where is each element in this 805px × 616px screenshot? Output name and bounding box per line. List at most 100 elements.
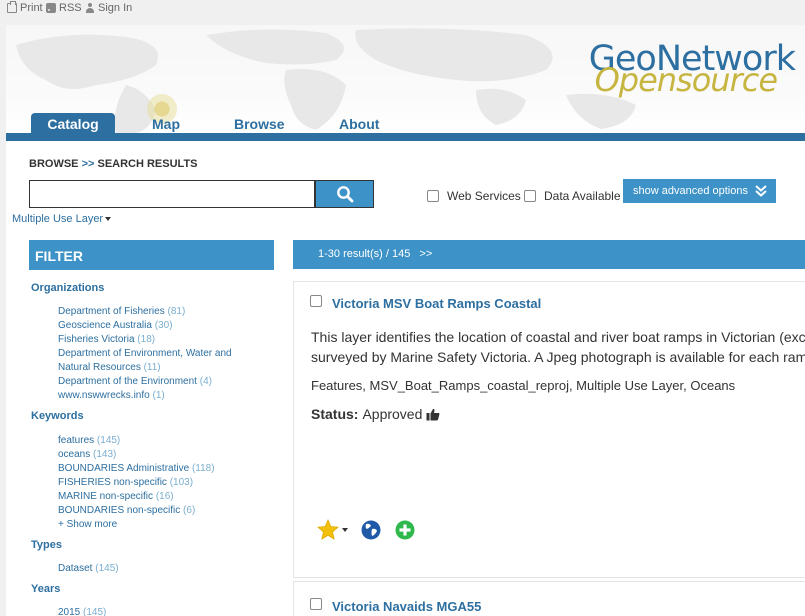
facet-count: (6) xyxy=(183,505,196,516)
results-pagination-bar: 1-30 result(s) / 145 >> xyxy=(293,240,805,269)
facet-item[interactable]: Dataset (145) xyxy=(58,562,258,576)
result-status: Status: Approved xyxy=(311,406,440,422)
facet-count: (103) xyxy=(169,477,194,488)
facet-name: Fisheries Victoria xyxy=(58,334,135,345)
facet-count: (81) xyxy=(167,306,186,317)
advanced-options-button[interactable]: show advanced options xyxy=(623,179,776,203)
rss-link[interactable]: RSS xyxy=(46,2,82,14)
web-services-label: Web Services xyxy=(447,189,521,203)
chevrons-down-icon xyxy=(755,185,767,197)
facet-count: (16) xyxy=(155,491,174,502)
globe-icon[interactable] xyxy=(361,520,381,540)
facet-item[interactable]: Department of Fisheries (81) xyxy=(58,305,258,319)
facet-title-organizations[interactable]: Organizations xyxy=(31,282,104,294)
result-description-line: surveyed by Marine Safety Victoria. A Jp… xyxy=(311,349,805,365)
facet-name: features xyxy=(58,435,95,446)
result-card: Victoria Navaids MGA55 xyxy=(293,581,805,616)
breadcrumb-separator: >> xyxy=(81,158,95,170)
geonetwork-logo: GeoNetwork Opensource xyxy=(575,39,796,99)
facet-title-years[interactable]: Years xyxy=(31,583,60,595)
caret-down-icon xyxy=(105,217,112,222)
facet-item[interactable]: Geoscience Australia (30) xyxy=(58,319,258,333)
status-value: Approved xyxy=(362,406,423,422)
logo-line-2: Opensource xyxy=(594,61,778,99)
facet-item[interactable]: 2015 (145) xyxy=(58,606,258,616)
web-services-checkbox[interactable] xyxy=(427,190,439,202)
facet-item[interactable]: Fisheries Victoria (18) xyxy=(58,333,258,347)
advanced-options-label: show advanced options xyxy=(633,185,748,197)
facet-item[interactable]: MARINE non-specific (16) xyxy=(58,490,258,504)
facet-name: www.nswwrecks.info xyxy=(58,390,150,401)
thumbs-up-icon xyxy=(426,408,440,420)
facet-count: (11) xyxy=(143,362,161,373)
tab-about[interactable]: About xyxy=(339,113,379,133)
facet-item[interactable]: Department of Environment, Water and Nat… xyxy=(58,347,248,375)
show-more-link[interactable]: + Show more xyxy=(58,518,258,532)
result-select-checkbox[interactable] xyxy=(310,295,322,307)
signin-link[interactable]: Sign In xyxy=(85,2,132,14)
filter-header: FILTER xyxy=(29,240,274,270)
facet-title-types[interactable]: Types xyxy=(31,539,62,551)
facet-name: BOUNDARIES Administrative xyxy=(58,463,190,474)
result-keywords: Features, MSV_Boat_Ramps_coastal_reproj,… xyxy=(311,378,736,393)
rate-button[interactable] xyxy=(317,519,348,540)
facet-name: 2015 xyxy=(58,607,81,616)
facet-item[interactable]: oceans (143) xyxy=(58,448,258,462)
facet-count: (143) xyxy=(93,449,117,460)
multiple-use-layer-label: Multiple Use Layer xyxy=(12,213,104,225)
page-panel: GeoNetwork Opensource Catalog Map Browse… xyxy=(6,25,805,616)
facet-name: Department of the Environment xyxy=(58,376,197,387)
facet-item[interactable]: features (145) xyxy=(58,434,258,448)
result-title[interactable]: Victoria Navaids MGA55 xyxy=(332,599,481,614)
results-summary: 1-30 result(s) / 145 xyxy=(318,248,411,260)
facet-item[interactable]: FISHERIES non-specific (103) xyxy=(58,476,258,490)
print-icon xyxy=(7,1,17,13)
facet-item[interactable]: Department of the Environment (4) xyxy=(58,375,258,389)
search-icon xyxy=(336,186,353,203)
facet-name: BOUNDARIES non-specific xyxy=(58,505,181,516)
tab-catalog[interactable]: Catalog xyxy=(31,113,115,133)
print-label: Print xyxy=(20,2,43,14)
result-select-checkbox[interactable] xyxy=(310,598,322,610)
result-description: This layer identifies the location of co… xyxy=(311,327,805,367)
search-button[interactable] xyxy=(315,180,374,208)
facet-count: (1) xyxy=(152,390,165,401)
web-services-option[interactable]: Web Services xyxy=(427,189,521,203)
header: GeoNetwork Opensource Catalog Map Browse… xyxy=(6,25,805,133)
facet-count: (30) xyxy=(154,320,173,331)
facet-name: FISHERIES non-specific xyxy=(58,477,167,488)
facet-count: (145) xyxy=(83,607,107,616)
facet-name: Dataset xyxy=(58,563,93,574)
breadcrumb-browse[interactable]: BROWSE xyxy=(29,158,79,170)
multiple-use-layer-dropdown[interactable]: Multiple Use Layer xyxy=(12,213,112,225)
facet-item[interactable]: BOUNDARIES Administrative (118) xyxy=(58,462,258,476)
facet-name: Department of Fisheries xyxy=(58,306,165,317)
main-nav: Catalog Map Browse About xyxy=(6,113,805,133)
user-icon xyxy=(85,3,95,13)
data-available-label: Data Available xyxy=(544,189,621,203)
breadcrumb-current: SEARCH RESULTS xyxy=(97,158,198,170)
data-available-checkbox[interactable] xyxy=(524,190,536,202)
facet-title-keywords[interactable]: Keywords xyxy=(31,410,84,422)
result-description-line: This layer identifies the location of co… xyxy=(311,329,805,345)
top-utility-bar: Print RSS Sign In xyxy=(0,0,805,18)
facet-count: (118) xyxy=(191,463,215,474)
result-title[interactable]: Victoria MSV Boat Ramps Coastal xyxy=(332,296,541,311)
facet-count: (18) xyxy=(137,334,156,345)
caret-down-icon xyxy=(342,527,348,532)
search-input[interactable] xyxy=(29,180,315,208)
star-icon xyxy=(317,519,339,540)
next-page-link[interactable]: >> xyxy=(419,248,432,260)
facet-count: (145) xyxy=(95,563,119,574)
plus-icon[interactable] xyxy=(395,520,415,540)
data-available-option[interactable]: Data Available xyxy=(524,189,621,203)
print-link[interactable]: Print xyxy=(7,1,43,14)
tab-map[interactable]: Map xyxy=(152,113,180,133)
tab-browse[interactable]: Browse xyxy=(234,113,285,133)
facet-count: (145) xyxy=(96,435,121,446)
facet-item[interactable]: BOUNDARIES non-specific (6) xyxy=(58,504,258,518)
facet-name: MARINE non-specific xyxy=(58,491,154,502)
facet-item[interactable]: www.nswwrecks.info (1) xyxy=(58,389,258,403)
facet-name: oceans xyxy=(58,449,91,460)
nav-underline-bar xyxy=(6,133,805,141)
